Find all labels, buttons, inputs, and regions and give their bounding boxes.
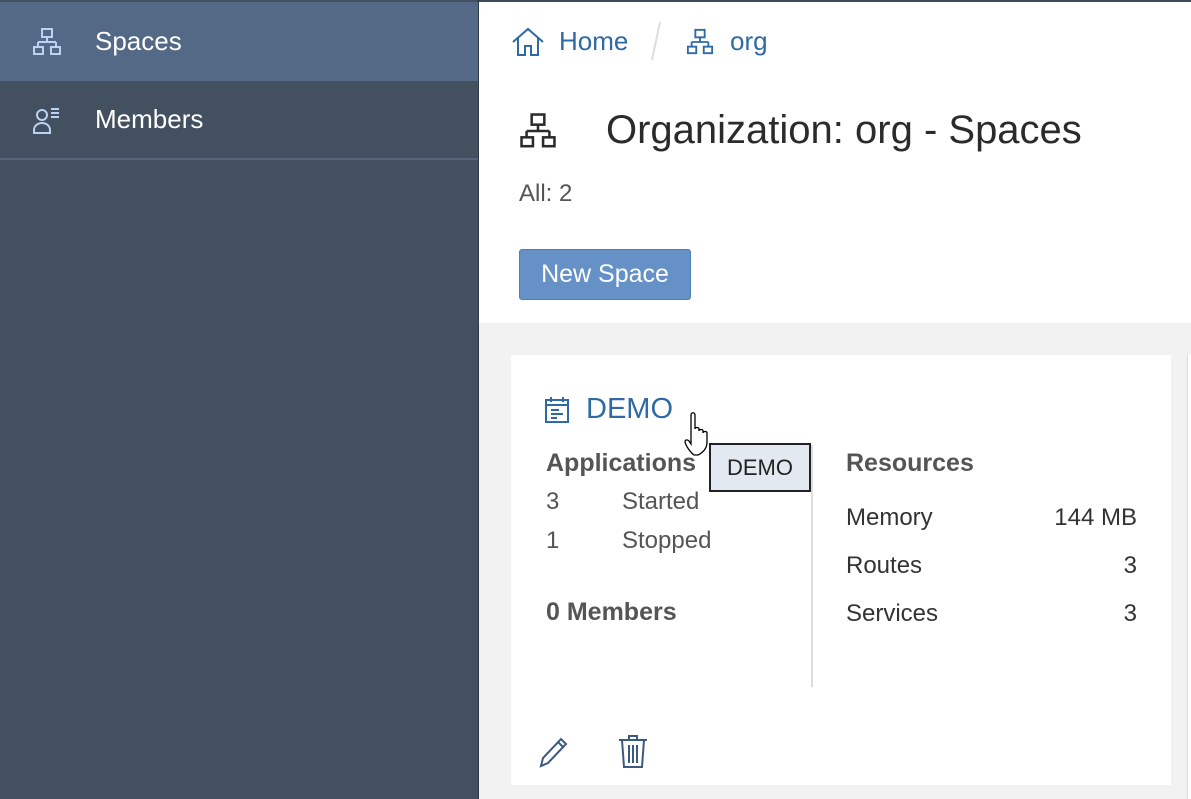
- sidebar: Spaces Members: [0, 0, 479, 799]
- applications-heading: Applications: [546, 449, 697, 477]
- services-value: 3: [1123, 600, 1137, 627]
- members-icon: [33, 107, 59, 134]
- started-count: 3: [546, 488, 560, 515]
- hierarchy-icon: [33, 27, 61, 55]
- delete-icon[interactable]: [618, 733, 648, 769]
- memory-value: 144 MB: [1054, 504, 1137, 531]
- sidebar-item-spaces[interactable]: Spaces: [0, 2, 478, 81]
- stopped-count: 1: [546, 527, 560, 554]
- space-name-link[interactable]: DEMO: [586, 393, 673, 426]
- resources-heading: Resources: [846, 449, 974, 477]
- routes-value: 3: [1123, 552, 1137, 579]
- space-count: All: 2: [519, 180, 573, 207]
- space-icon: [545, 397, 569, 423]
- breadcrumb-home-label: Home: [559, 26, 629, 56]
- sidebar-item-label: Spaces: [95, 26, 182, 56]
- space-card-partial: [1187, 355, 1191, 799]
- home-icon: [512, 27, 544, 56]
- memory-label: Memory: [846, 504, 933, 531]
- space-card: DEMO Applications 3 Started 1 Stopped 0 …: [511, 355, 1171, 785]
- hierarchy-icon: [520, 113, 556, 148]
- edit-icon[interactable]: [539, 736, 569, 768]
- sidebar-item-label: Members: [95, 104, 204, 134]
- started-label: Started: [622, 488, 700, 515]
- tooltip: DEMO: [709, 443, 811, 492]
- hierarchy-icon: [686, 28, 714, 54]
- breadcrumb-org-label: org: [730, 26, 768, 56]
- breadcrumb-org[interactable]: org: [686, 26, 768, 57]
- members-count: 0 Members: [546, 598, 677, 626]
- page-title: Organization: org - Spaces: [606, 108, 1082, 152]
- stopped-label: Stopped: [622, 527, 712, 554]
- services-label: Services: [846, 600, 939, 627]
- routes-label: Routes: [846, 552, 923, 579]
- divider: [811, 445, 813, 687]
- breadcrumb-home[interactable]: Home: [511, 26, 628, 57]
- sidebar-item-members[interactable]: Members: [0, 81, 478, 160]
- new-space-button[interactable]: New Space: [519, 249, 691, 300]
